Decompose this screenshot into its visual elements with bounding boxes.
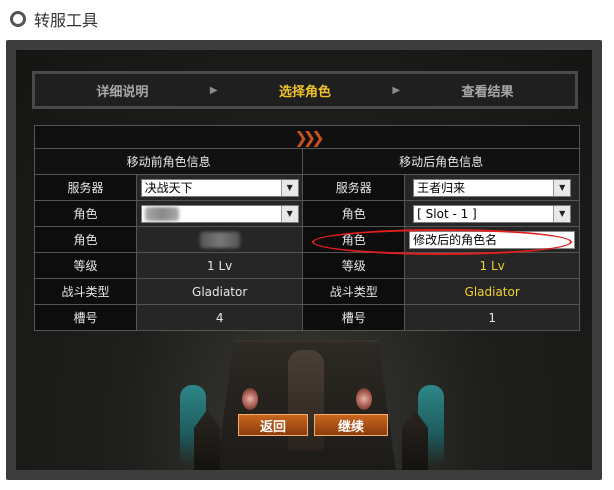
character-name-label: 角色 xyxy=(34,226,137,253)
tool-frame: 详细说明 ▶ 选择角色 ▶ 查看结果 ❯❯❯ 移动前角色信息 移动后角色信息 服… xyxy=(6,40,602,480)
server-after-value: 王者归来 xyxy=(417,181,466,195)
character-before-select[interactable]: ▼ xyxy=(140,204,299,223)
character-after-cell: [ Slot - 1 ] ▼ xyxy=(404,200,580,227)
table-banner: ❯❯❯ xyxy=(34,125,580,149)
table-header-row: 移动前角色信息 移动后角色信息 xyxy=(33,148,580,175)
step-indicator: 详细说明 ▶ 选择角色 ▶ 查看结果 xyxy=(32,71,578,109)
character-name-before-cell xyxy=(135,226,304,253)
level-after: 1 Lv xyxy=(404,252,580,279)
server-after-cell: 王者归来 ▼ xyxy=(404,174,580,201)
slot-label: 槽号 xyxy=(34,304,137,331)
server-label: 服务器 xyxy=(302,174,406,201)
character-transfer-table: ❯❯❯ 移动前角色信息 移动后角色信息 服务器 决战天下 ▼ 服务器 王者归来 … xyxy=(33,125,580,331)
page-header: 转服工具 xyxy=(10,6,98,32)
table-row: 角色 ▼ 角色 [ Slot - 1 ] ▼ xyxy=(34,200,580,227)
character-slot-select[interactable]: [ Slot - 1 ] ▼ xyxy=(413,204,572,223)
class-before: Gladiator xyxy=(135,278,304,305)
tool-panel: 详细说明 ▶ 选择角色 ▶ 查看结果 ❯❯❯ 移动前角色信息 移动后角色信息 服… xyxy=(16,50,592,470)
table-banner-row: ❯❯❯ xyxy=(34,125,580,149)
level-before: 1 Lv xyxy=(135,252,304,279)
slot-after: 1 xyxy=(404,304,580,331)
class-after: Gladiator xyxy=(404,278,580,305)
character-label: 角色 xyxy=(302,200,406,227)
background-orb-image xyxy=(356,388,372,410)
after-header: 移动后角色信息 xyxy=(302,148,580,175)
step-view-result: 查看结果 xyxy=(461,84,514,100)
character-name-label: 角色 xyxy=(302,226,406,253)
step-arrow-icon: ▶ xyxy=(392,84,401,96)
continue-button[interactable]: 继续 xyxy=(314,414,388,436)
redacted-value xyxy=(199,231,240,248)
page-title: 转服工具 xyxy=(34,11,99,30)
level-label: 等级 xyxy=(34,252,137,279)
step-arrow-icon: ▶ xyxy=(209,84,218,96)
before-header: 移动前角色信息 xyxy=(33,148,304,175)
back-button[interactable]: 返回 xyxy=(238,414,308,436)
dropdown-arrow-icon[interactable]: ▼ xyxy=(280,179,298,196)
character-name-after-cell: 修改后的角色名 xyxy=(404,226,580,253)
server-before-value: 决战天下 xyxy=(144,181,193,195)
dropdown-arrow-icon[interactable]: ▼ xyxy=(553,179,571,196)
character-before-cell: ▼ xyxy=(135,200,304,227)
server-after-select[interactable]: 王者归来 ▼ xyxy=(413,178,572,197)
level-label: 等级 xyxy=(302,252,406,279)
slot-label: 槽号 xyxy=(302,304,406,331)
character-name-input[interactable]: 修改后的角色名 xyxy=(409,230,576,249)
server-before-cell: 决战天下 ▼ xyxy=(135,174,304,201)
character-slot-value: [ Slot - 1 ] xyxy=(417,206,477,221)
step-details: 详细说明 xyxy=(96,84,149,100)
dropdown-arrow-icon[interactable]: ▼ xyxy=(280,205,298,222)
server-before-select[interactable]: 决战天下 ▼ xyxy=(140,178,299,197)
table-row: 服务器 决战天下 ▼ 服务器 王者归来 ▼ xyxy=(34,174,580,201)
table-row: 战斗类型 Gladiator 战斗类型 Gladiator xyxy=(34,278,580,305)
slot-before: 4 xyxy=(135,304,304,331)
background-orb-image xyxy=(242,388,258,410)
table-row: 等级 1 Lv 等级 1 Lv xyxy=(34,252,580,279)
chevron-right-icon: ❯❯❯ xyxy=(294,127,324,147)
dropdown-arrow-icon[interactable]: ▼ xyxy=(553,205,571,222)
table-row: 槽号 4 槽号 1 xyxy=(34,304,580,331)
server-label: 服务器 xyxy=(34,174,137,201)
circle-bullet-icon xyxy=(10,11,26,27)
class-label: 战斗类型 xyxy=(302,278,406,305)
redacted-value xyxy=(144,206,179,221)
table-row: 角色 角色 修改后的角色名 xyxy=(34,226,580,253)
character-label: 角色 xyxy=(34,200,137,227)
step-select-character: 选择角色 xyxy=(278,84,331,100)
class-label: 战斗类型 xyxy=(34,278,137,305)
